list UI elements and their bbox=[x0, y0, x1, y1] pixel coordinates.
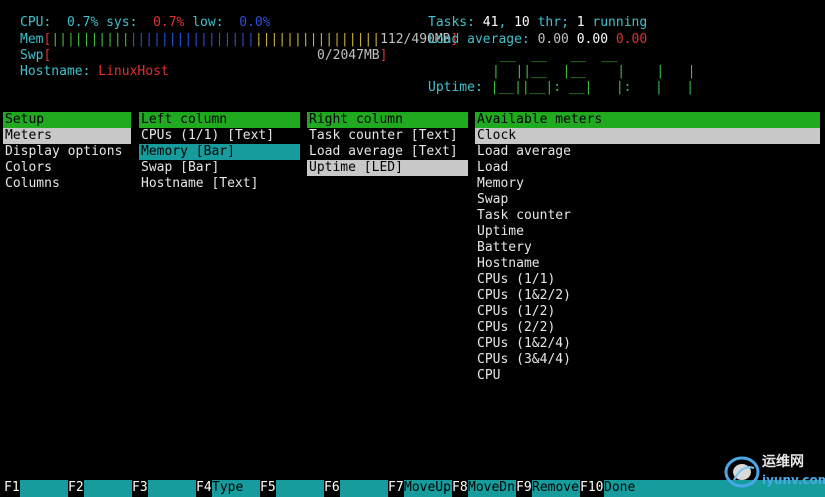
watermark: 运维网 iyunv.com bbox=[720, 450, 825, 490]
swp-value: 0/2047MB bbox=[317, 48, 380, 63]
available-item-load-average[interactable]: Load average bbox=[475, 144, 820, 160]
right-column-item-task-counter[interactable]: Task counter [Text] bbox=[307, 128, 468, 144]
fkey-f6-label[interactable] bbox=[340, 480, 388, 497]
available-item-clock[interactable]: Clock bbox=[475, 128, 820, 144]
available-item-cpus-1and2-2[interactable]: CPUs (1&2/2) bbox=[475, 288, 820, 304]
load-5min: 0.00 bbox=[576, 32, 609, 47]
available-item-memory[interactable]: Memory bbox=[475, 176, 820, 192]
watermark-text-en: iyunv.com bbox=[762, 473, 825, 487]
fkey-f7-label[interactable]: MoveUp bbox=[404, 480, 452, 497]
left-column-header: Left column bbox=[139, 112, 300, 128]
fkey-f4-label[interactable]: Type bbox=[212, 480, 260, 497]
available-item-swap[interactable]: Swap bbox=[475, 192, 820, 208]
fkey-f10-key[interactable]: F10 bbox=[580, 480, 603, 497]
uptime-label: Uptime: bbox=[428, 80, 483, 95]
available-item-uptime[interactable]: Uptime bbox=[475, 224, 820, 240]
hostname-label: Hostname: bbox=[20, 64, 91, 79]
cpu-low-value: 0.0% bbox=[239, 15, 271, 30]
left-column-item-cpus[interactable]: CPUs (1/1) [Text] bbox=[139, 128, 300, 144]
fkey-f1-key[interactable]: F1 bbox=[4, 480, 20, 497]
hostname-value: LinuxHost bbox=[98, 64, 169, 79]
cpu-value: 0.7% bbox=[66, 15, 99, 30]
watermark-text-cn: 运维网 bbox=[762, 454, 804, 470]
right-column-header: Right column bbox=[307, 112, 468, 128]
available-item-cpus-1-1[interactable]: CPUs (1/1) bbox=[475, 272, 820, 288]
setup-header: Setup bbox=[3, 112, 131, 128]
tasks-label: Tasks: bbox=[428, 15, 475, 30]
left-column-item-hostname[interactable]: Hostname [Text] bbox=[139, 176, 300, 192]
fkey-f8-label[interactable]: MoveDn bbox=[468, 480, 516, 497]
fkey-f4-key[interactable]: F4 bbox=[196, 480, 212, 497]
load-1min: 0.00 bbox=[537, 32, 569, 47]
tasks-running-label: running bbox=[592, 15, 648, 30]
available-item-cpus-1and2-4[interactable]: CPUs (1&2/4) bbox=[475, 336, 820, 352]
right-column-item-load-average[interactable]: Load average [Text] bbox=[307, 144, 468, 160]
available-meters-header: Available meters bbox=[475, 112, 820, 128]
available-meters-panel: Available meters Clock Load average Load… bbox=[475, 112, 820, 384]
mem-bar-cache: |||||||||||||||| bbox=[254, 32, 381, 47]
fkey-f9-key[interactable]: F9 bbox=[516, 480, 532, 497]
left-column-item-swap[interactable]: Swap [Bar] bbox=[139, 160, 300, 176]
fkey-f6-key[interactable]: F6 bbox=[324, 480, 340, 497]
load-meter: Load average: 0.00 0.00 0.00 bbox=[428, 32, 647, 48]
mem-bar-buffers: |||||||||||||||| bbox=[129, 32, 255, 47]
tasks-meter: Tasks: 41, 10 thr; 1 running bbox=[428, 15, 647, 31]
available-item-battery[interactable]: Battery bbox=[475, 240, 820, 256]
setup-item-columns[interactable]: Columns bbox=[3, 176, 131, 192]
uptime-led-line3: |__||__|: __| |: | | bbox=[490, 80, 695, 95]
uptime-led-line2: | ||__ |__ | | | bbox=[492, 64, 696, 79]
mem-label: Mem bbox=[20, 32, 44, 47]
setup-item-colors[interactable]: Colors bbox=[3, 160, 131, 176]
tasks-sep: , bbox=[498, 15, 507, 30]
fkey-f2-label[interactable] bbox=[84, 480, 132, 497]
load-label: Load average: bbox=[428, 32, 530, 47]
fkey-f9-label[interactable]: Remove bbox=[532, 480, 580, 497]
hostname-meter: Hostname: LinuxHost bbox=[20, 64, 169, 80]
available-item-hostname[interactable]: Hostname bbox=[475, 256, 820, 272]
swp-value-wrap: 0/2047MB] bbox=[317, 48, 387, 64]
setup-panel: Setup Meters Display options Colors Colu… bbox=[3, 112, 131, 192]
cpu-sys-value: 0.7% bbox=[153, 15, 185, 30]
fkey-f3-label[interactable] bbox=[148, 480, 196, 497]
swp-open-bracket: [ bbox=[43, 48, 52, 63]
cpu-sys-label: sys: bbox=[106, 15, 138, 30]
uptime-meter: Uptime: |__||__|: __| |: | | bbox=[428, 80, 694, 96]
fkey-f1-label[interactable] bbox=[20, 480, 68, 497]
available-item-cpus-1-2[interactable]: CPUs (1/2) bbox=[475, 304, 820, 320]
available-item-cpus-3and4-4[interactable]: CPUs (3&4/4) bbox=[475, 352, 820, 368]
tasks-count: 41 bbox=[482, 15, 499, 30]
cpu-low-label: low: bbox=[192, 15, 224, 30]
left-column-item-memory[interactable]: Memory [Bar] bbox=[139, 144, 300, 160]
fkey-f2-key[interactable]: F2 bbox=[68, 480, 84, 497]
swp-label: Swp bbox=[20, 48, 44, 63]
fkey-f7-key[interactable]: F7 bbox=[388, 480, 404, 497]
mem-bar-used: |||||||||| bbox=[51, 32, 130, 47]
available-item-load[interactable]: Load bbox=[475, 160, 820, 176]
swp-close-bracket: ] bbox=[379, 48, 388, 63]
cpu-label: CPU: bbox=[20, 15, 52, 30]
right-column-panel: Right column Task counter [Text] Load av… bbox=[307, 112, 468, 176]
tasks-running: 1 bbox=[576, 15, 585, 30]
right-column-item-uptime[interactable]: Uptime [LED] bbox=[307, 160, 468, 176]
fkey-f5-label[interactable] bbox=[276, 480, 324, 497]
tasks-threads: 10 bbox=[514, 15, 530, 30]
available-item-task-counter[interactable]: Task counter bbox=[475, 208, 820, 224]
fkey-f3-key[interactable]: F3 bbox=[132, 480, 148, 497]
left-column-panel: Left column CPUs (1/1) [Text] Memory [Ba… bbox=[139, 112, 300, 192]
available-item-cpu[interactable]: CPU bbox=[475, 368, 820, 384]
load-15min: 0.00 bbox=[615, 32, 648, 47]
setup-item-display-options[interactable]: Display options bbox=[3, 144, 131, 160]
fkey-f5-key[interactable]: F5 bbox=[260, 480, 276, 497]
available-item-cpus-2-2[interactable]: CPUs (2/2) bbox=[475, 320, 820, 336]
mem-meter: Mem[||||||||||||||||||||||||||||||||||||… bbox=[20, 32, 458, 48]
tasks-threads-label: thr; bbox=[537, 15, 569, 30]
setup-item-meters[interactable]: Meters bbox=[3, 128, 131, 144]
uptime-led-line1: __ __ __ __ bbox=[500, 48, 618, 63]
swp-meter: Swp[ bbox=[20, 48, 51, 64]
cpu-meter: CPU: 0.7% sys: 0.7% low: 0.0% bbox=[20, 15, 271, 31]
fkey-f8-key[interactable]: F8 bbox=[452, 480, 468, 497]
